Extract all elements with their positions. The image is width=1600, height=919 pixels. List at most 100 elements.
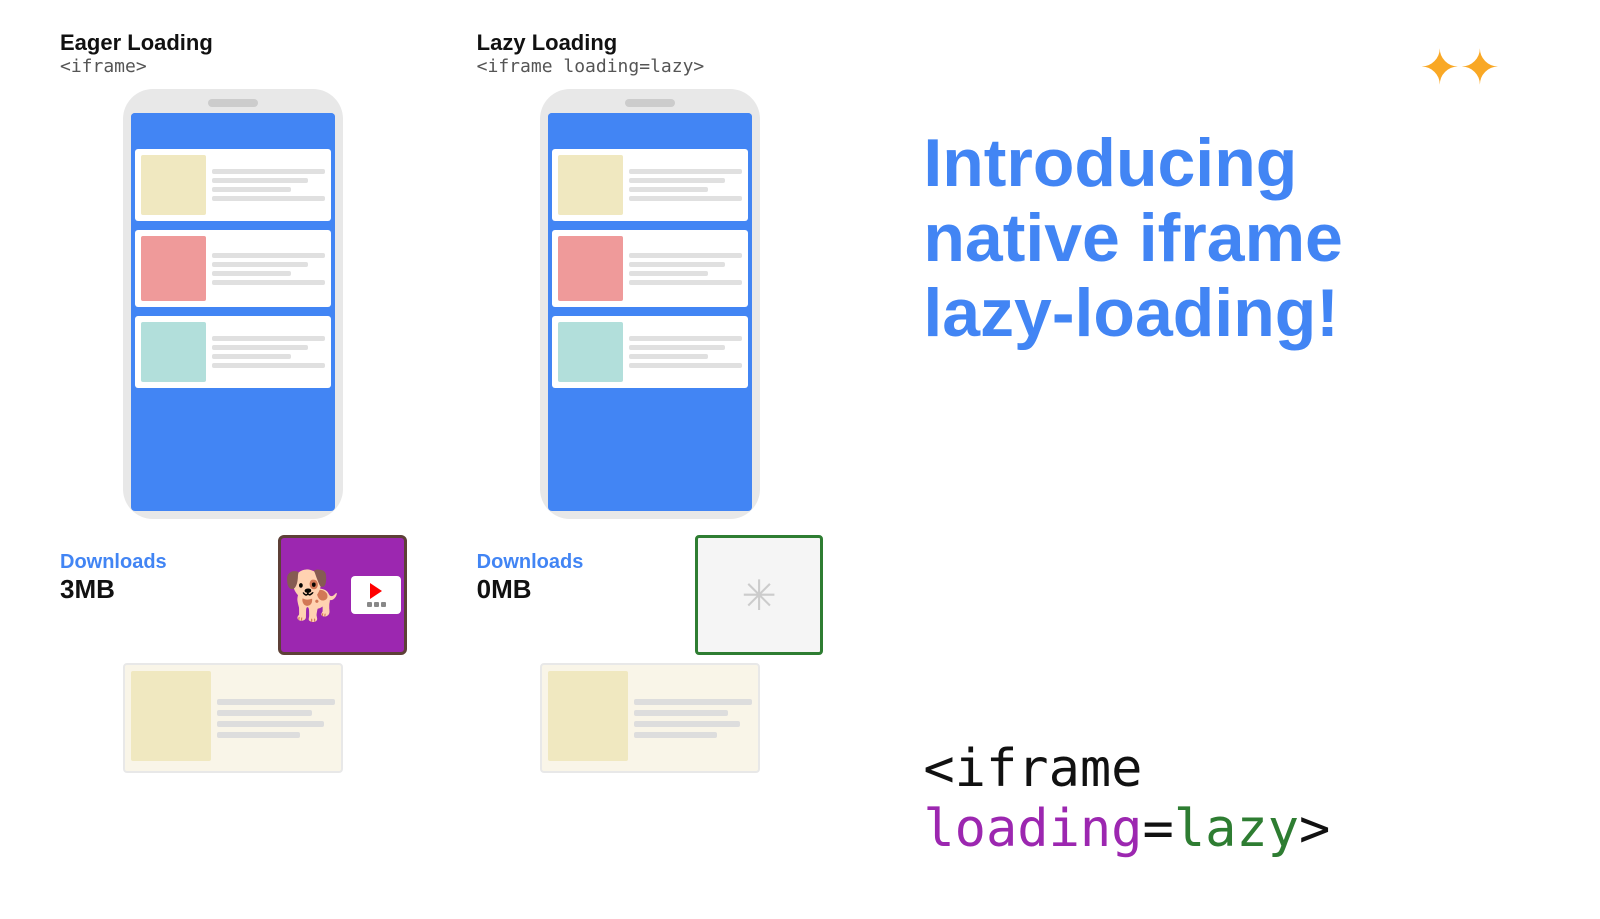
card-line — [212, 354, 291, 359]
phone-header-bar — [131, 113, 335, 143]
play-dots — [367, 602, 386, 607]
card-line — [629, 262, 725, 267]
lazy-downloads-label: Downloads — [477, 551, 584, 574]
card-line — [212, 178, 308, 183]
play-button-box — [351, 576, 401, 614]
eager-video-thumbnail: 🐕 — [278, 535, 406, 655]
lazy-subtitle: <iframe loading=lazy> — [477, 56, 824, 77]
card-line — [212, 271, 291, 276]
card-line — [629, 280, 742, 285]
card-line — [629, 187, 708, 192]
main-heading-text: Introducingnative iframelazy-loading! — [923, 125, 1343, 351]
lazy-spinner-box: ✳ — [695, 535, 823, 655]
phone-notch — [208, 99, 258, 107]
card-image-3 — [141, 322, 206, 382]
code-close-text: > — [1299, 799, 1330, 859]
lazy-downloads-section: Downloads 0MB — [477, 551, 675, 605]
lazy-card-image-2 — [558, 236, 623, 301]
lazy-preview-lines — [634, 671, 752, 765]
lazy-header: Lazy Loading <iframe loading=lazy> — [477, 30, 824, 77]
lazy-downloads-row: Downloads 0MB ✳ — [477, 535, 824, 655]
right-section: ✦✦ Introducingnative iframelazy-loading!… — [883, 30, 1560, 889]
lazy-downloads-size: 0MB — [477, 574, 532, 605]
iframe-line — [217, 721, 323, 727]
lazy-phone-card-1 — [552, 149, 748, 221]
eager-downloads-label: Downloads — [60, 551, 167, 574]
card-line — [629, 169, 742, 174]
eager-phone-frame — [123, 89, 343, 519]
phone-card-1 — [135, 149, 331, 221]
lazy-title: Lazy Loading — [477, 30, 824, 56]
lazy-phone-header-bar — [548, 113, 752, 143]
card-line — [629, 363, 742, 368]
code-equals-text: = — [1143, 799, 1174, 859]
card-line — [212, 253, 325, 258]
play-dot — [381, 602, 386, 607]
left-section: Eager Loading <iframe> — [40, 30, 823, 889]
code-loading-text: loading — [923, 799, 1142, 859]
phone-card-2 — [135, 230, 331, 307]
top-right: ✦✦ Introducingnative iframelazy-loading! — [923, 40, 1560, 350]
card-line — [629, 178, 725, 183]
card-image-1 — [141, 155, 206, 215]
eager-preview-image — [131, 671, 211, 761]
lazy-phone-screen — [548, 113, 752, 511]
card-lines-2 — [212, 236, 325, 301]
lazy-card-lines-1 — [629, 155, 742, 215]
card-line — [629, 354, 708, 359]
sparkle-row: ✦✦ — [923, 40, 1560, 96]
phone-card-3 — [135, 316, 331, 388]
play-triangle-icon — [370, 583, 382, 599]
eager-downloads-section: Downloads 3MB — [60, 551, 258, 605]
card-line — [629, 336, 742, 341]
card-line — [212, 336, 325, 341]
lazy-phone-card-3 — [552, 316, 748, 388]
eager-iframe-preview — [123, 663, 343, 773]
eager-preview-lines — [217, 671, 335, 765]
card-lines-1 — [212, 155, 325, 215]
card-line — [212, 187, 291, 192]
lazy-card-image-3 — [558, 322, 623, 382]
lazy-loading-column: Lazy Loading <iframe loading=lazy> — [477, 30, 824, 889]
card-line — [629, 196, 742, 201]
dog-icon: 🐕 — [284, 567, 344, 624]
iframe-line — [634, 721, 740, 727]
lazy-iframe-preview — [540, 663, 760, 773]
lazy-phone-frame — [540, 89, 760, 519]
code-iframe-text: <iframe — [923, 739, 1142, 799]
card-line — [212, 196, 325, 201]
spinner-icon: ✳ — [742, 571, 777, 620]
main-container: Eager Loading <iframe> — [0, 0, 1600, 919]
eager-header: Eager Loading <iframe> — [60, 30, 407, 77]
iframe-line — [217, 699, 335, 705]
card-line — [212, 169, 325, 174]
card-line — [212, 345, 308, 350]
eager-title: Eager Loading — [60, 30, 407, 56]
lazy-card-lines-3 — [629, 322, 742, 382]
card-line — [629, 345, 725, 350]
eager-loading-column: Eager Loading <iframe> — [60, 30, 407, 889]
eager-downloads-size: 3MB — [60, 574, 115, 605]
iframe-line — [217, 710, 311, 716]
play-dot — [374, 602, 379, 607]
iframe-line — [634, 699, 752, 705]
card-line — [629, 253, 742, 258]
lazy-card-image-1 — [558, 155, 623, 215]
main-heading: Introducingnative iframelazy-loading! — [923, 126, 1560, 350]
lazy-phone-notch — [625, 99, 675, 107]
iframe-line — [634, 710, 728, 716]
lazy-card-lines-2 — [629, 236, 742, 301]
lazy-phone-card-2 — [552, 230, 748, 307]
code-label: <iframe loading=lazy> — [923, 739, 1560, 859]
card-line — [212, 262, 308, 267]
eager-subtitle: <iframe> — [60, 56, 407, 77]
card-line — [212, 363, 325, 368]
sparkle-icon: ✦✦ — [1420, 40, 1500, 96]
lazy-preview-image — [548, 671, 628, 761]
card-lines-3 — [212, 322, 325, 382]
play-dot — [367, 602, 372, 607]
code-lazy-text: lazy — [1174, 799, 1299, 859]
card-image-2 — [141, 236, 206, 301]
card-line — [629, 271, 708, 276]
eager-downloads-row: Downloads 3MB 🐕 — [60, 535, 407, 655]
